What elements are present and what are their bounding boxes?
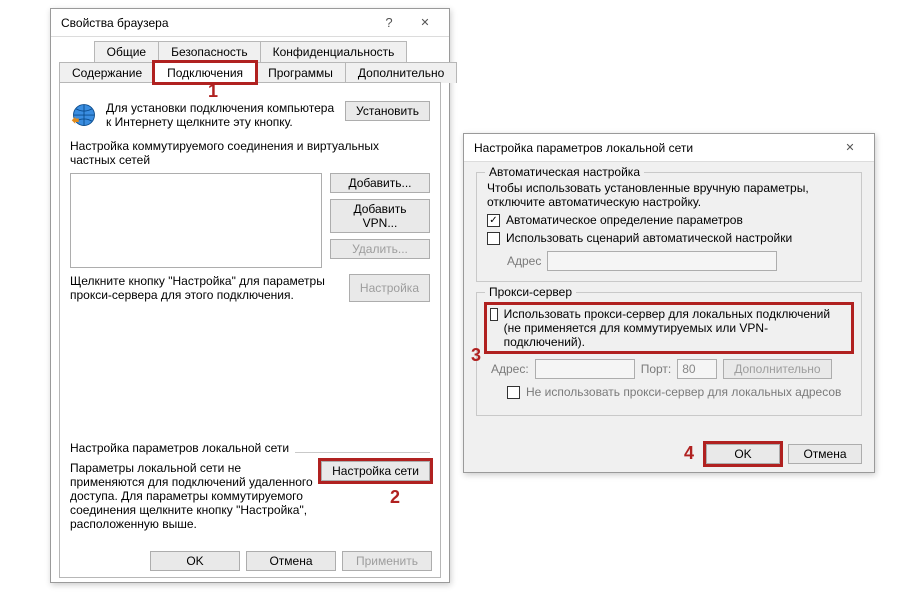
- proxy-port-label: Порт:: [641, 362, 672, 376]
- connections-listbox[interactable]: [70, 173, 322, 268]
- bypass-local-label: Не использовать прокси-сервер для локаль…: [526, 385, 841, 399]
- auto-config-group: Автоматическая настройка Чтобы использов…: [476, 172, 862, 282]
- setup-description: Для установки подключения компьютера к И…: [106, 101, 337, 129]
- tab-general[interactable]: Общие: [94, 41, 159, 62]
- divider: [295, 452, 430, 453]
- tab-privacy[interactable]: Конфиденциальность: [260, 41, 408, 62]
- proxy-address-label: Адрес:: [491, 362, 529, 376]
- lan-settings-button[interactable]: Настройка сети: [321, 461, 430, 481]
- proxy-group: Прокси-сервер Использовать прокси-сервер…: [476, 292, 862, 416]
- window-title: Настройка параметров локальной сети: [474, 141, 832, 155]
- script-address-label: Адрес: [507, 254, 541, 268]
- lan-hint: Параметры локальной сети не применяются …: [70, 461, 313, 531]
- add-button[interactable]: Добавить...: [330, 173, 430, 193]
- annotation-3: 3: [471, 345, 481, 366]
- annotation-4: 4: [684, 443, 694, 464]
- tab-content[interactable]: Содержание: [59, 62, 155, 83]
- use-script-checkbox[interactable]: [487, 232, 500, 245]
- browser-properties-window: Свойства браузера Общие Безопасность Кон…: [50, 8, 450, 583]
- setup-button[interactable]: Установить: [345, 101, 430, 121]
- tab-advanced[interactable]: Дополнительно: [345, 62, 457, 83]
- dialup-section-label: Настройка коммутируемого соединения и ви…: [70, 139, 424, 167]
- ok-button[interactable]: OK: [706, 444, 780, 464]
- help-icon[interactable]: [371, 12, 407, 34]
- titlebar[interactable]: Свойства браузера: [51, 9, 449, 37]
- globe-icon: [70, 101, 98, 129]
- window-title: Свойства браузера: [61, 16, 371, 30]
- script-address-input: [547, 251, 777, 271]
- tab-panel-connections: 1 Для установки подключения компьютера к…: [59, 82, 441, 578]
- group-title-auto: Автоматическая настройка: [485, 165, 644, 179]
- lan-section-label: Настройка параметров локальной сети: [70, 441, 289, 455]
- proxy-port-input: [677, 359, 717, 379]
- settings-hint: Щелкните кнопку "Настройка" для параметр…: [70, 274, 341, 302]
- use-proxy-checkbox[interactable]: [490, 308, 498, 321]
- tab-connections[interactable]: Подключения: [154, 62, 256, 83]
- use-script-label: Использовать сценарий автоматической нас…: [506, 231, 792, 245]
- proxy-address-input: [535, 359, 635, 379]
- auto-config-description: Чтобы использовать установленные вручную…: [487, 181, 851, 209]
- apply-button: Применить: [342, 551, 432, 571]
- tab-security[interactable]: Безопасность: [158, 41, 261, 62]
- annotation-2: 2: [390, 487, 400, 508]
- cancel-button[interactable]: Отмена: [246, 551, 336, 571]
- lan-settings-window: Настройка параметров локальной сети Авто…: [463, 133, 875, 473]
- auto-detect-checkbox[interactable]: [487, 214, 500, 227]
- close-icon[interactable]: [407, 12, 443, 34]
- cancel-button[interactable]: Отмена: [788, 444, 862, 464]
- group-title-proxy: Прокси-сервер: [485, 285, 576, 299]
- remove-button: Удалить...: [330, 239, 430, 259]
- use-proxy-label: Использовать прокси-сервер для локальных…: [504, 307, 848, 349]
- tab-programs[interactable]: Программы: [255, 62, 346, 83]
- ok-button[interactable]: OK: [150, 551, 240, 571]
- close-icon[interactable]: [832, 137, 868, 159]
- titlebar[interactable]: Настройка параметров локальной сети: [464, 134, 874, 162]
- tabs: Общие Безопасность Конфиденциальность Со…: [51, 37, 449, 578]
- settings-button: Настройка: [349, 274, 430, 302]
- auto-detect-label: Автоматическое определение параметров: [506, 213, 743, 227]
- proxy-advanced-button: Дополнительно: [723, 359, 831, 379]
- bypass-local-checkbox[interactable]: [507, 386, 520, 399]
- add-vpn-button[interactable]: Добавить VPN...: [330, 199, 430, 233]
- annotation-1: 1: [208, 81, 218, 102]
